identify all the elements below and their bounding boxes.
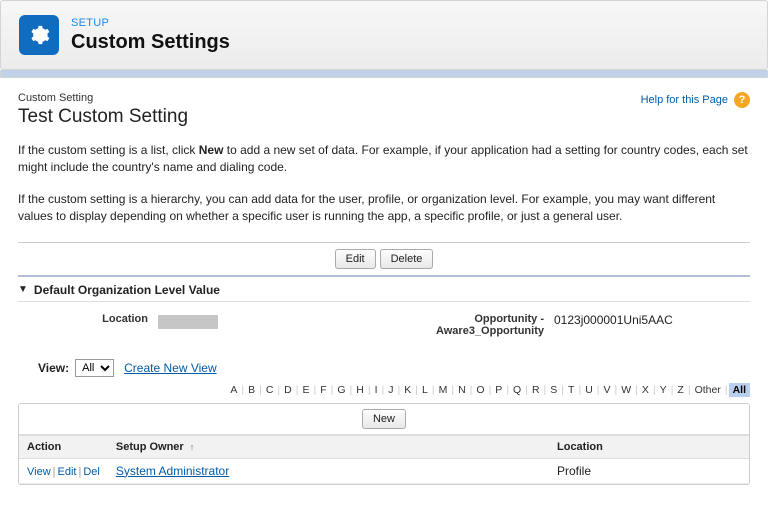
row-view-link[interactable]: View	[27, 466, 51, 478]
alpha-filter-g[interactable]: G	[334, 383, 348, 397]
alpha-filter-d[interactable]: D	[281, 383, 295, 397]
chevron-down-icon: ▼	[18, 284, 28, 295]
header-title: Custom Settings	[71, 31, 230, 54]
alpha-filter-m[interactable]: M	[436, 383, 451, 397]
cell-location: Profile	[549, 458, 749, 483]
delete-button[interactable]: Delete	[380, 249, 434, 269]
alpha-filter-v[interactable]: V	[601, 383, 614, 397]
title-row: Custom Setting Test Custom Setting Help …	[18, 92, 750, 128]
alpha-filter-row: A|B|C|D|E|F|G|H|I|J|K|L|M|N|O|P|Q|R|S|T|…	[18, 383, 750, 397]
header-text: SETUP Custom Settings	[71, 17, 230, 54]
opportunity-value: 0123j000001Uni5AAC	[554, 310, 673, 327]
table-wrap: New Action Setup Owner ↑ Location View|E…	[18, 403, 750, 485]
sort-asc-icon: ↑	[190, 442, 195, 452]
alpha-filter-other[interactable]: Other	[692, 383, 724, 397]
view-label: View:	[38, 361, 69, 375]
row-del-link[interactable]: Del	[83, 466, 100, 478]
location-redacted	[158, 315, 218, 329]
alpha-filter-h[interactable]: H	[353, 383, 367, 397]
row-edit-link[interactable]: Edit	[58, 466, 77, 478]
alpha-filter-c[interactable]: C	[263, 383, 277, 397]
help-icon[interactable]: ?	[734, 92, 750, 108]
alpha-filter-o[interactable]: O	[473, 383, 487, 397]
alpha-filter-a[interactable]: A	[227, 383, 240, 397]
alpha-filter-r[interactable]: R	[529, 383, 543, 397]
title-left: Custom Setting Test Custom Setting	[18, 92, 188, 128]
page-subtitle: Custom Setting	[18, 92, 188, 104]
help-link[interactable]: Help for this Page	[641, 94, 728, 106]
alpha-filter-z[interactable]: Z	[674, 383, 686, 397]
alpha-filter-all[interactable]: All	[729, 383, 750, 397]
alpha-filter-x[interactable]: X	[639, 383, 652, 397]
opportunity-label: Opportunity - Aware3_Opportunity	[384, 310, 554, 337]
create-new-view-link[interactable]: Create New View	[124, 361, 216, 375]
detail-grid: Location Opportunity - Aware3_Opportunit…	[18, 302, 750, 355]
title-right: Help for this Page ?	[641, 92, 750, 108]
action-links: View|Edit|Del	[27, 464, 100, 478]
location-label: Location	[18, 310, 158, 325]
content-area: Custom Setting Test Custom Setting Help …	[0, 78, 768, 505]
alpha-filter-s[interactable]: S	[547, 383, 560, 397]
detail-location: Location	[18, 310, 384, 337]
alpha-filter-k[interactable]: K	[401, 383, 414, 397]
alpha-filter-j[interactable]: J	[385, 383, 396, 397]
table-header-row: Action Setup Owner ↑ Location	[19, 435, 749, 458]
view-row: View: All Create New View	[38, 359, 750, 377]
section-default-org-level[interactable]: ▼ Default Organization Level Value	[18, 277, 750, 302]
section-title: Default Organization Level Value	[34, 283, 220, 297]
gear-icon	[19, 15, 59, 55]
data-table: Action Setup Owner ↑ Location View|Edit|…	[19, 435, 749, 484]
table-body: View|Edit|DelSystem AdministratorProfile	[19, 458, 749, 483]
alpha-filter-w[interactable]: W	[618, 383, 634, 397]
table-new-row: New	[19, 404, 749, 435]
view-select[interactable]: All	[75, 359, 114, 377]
page-title: Test Custom Setting	[18, 106, 188, 128]
record-button-row: Edit Delete	[18, 242, 750, 277]
alpha-filter-l[interactable]: L	[419, 383, 431, 397]
col-owner-label: Setup Owner	[116, 441, 184, 453]
cell-owner: System Administrator	[108, 458, 549, 483]
alpha-filter-t[interactable]: T	[565, 383, 577, 397]
col-owner[interactable]: Setup Owner ↑	[108, 435, 549, 458]
alpha-filter-y[interactable]: Y	[657, 383, 670, 397]
table-row: View|Edit|DelSystem AdministratorProfile	[19, 458, 749, 483]
alpha-filter-b[interactable]: B	[245, 383, 258, 397]
detail-opportunity: Opportunity - Aware3_Opportunity 0123j00…	[384, 310, 750, 337]
page-header: SETUP Custom Settings	[0, 0, 768, 70]
edit-button[interactable]: Edit	[335, 249, 376, 269]
col-location: Location	[549, 435, 749, 458]
alpha-filter-n[interactable]: N	[455, 383, 469, 397]
alpha-filter-e[interactable]: E	[299, 383, 312, 397]
col-action: Action	[19, 435, 108, 458]
alpha-filter-q[interactable]: Q	[510, 383, 524, 397]
action-separator: |	[51, 466, 58, 478]
owner-link[interactable]: System Administrator	[116, 464, 229, 478]
desc1-pre: If the custom setting is a list, click	[18, 143, 199, 157]
setup-label: SETUP	[71, 17, 230, 29]
description-1: If the custom setting is a list, click N…	[18, 142, 750, 177]
new-button[interactable]: New	[362, 409, 406, 429]
location-value	[158, 310, 218, 329]
alpha-filter-p[interactable]: P	[492, 383, 505, 397]
alpha-filter-f[interactable]: F	[317, 383, 329, 397]
alpha-filter-i[interactable]: I	[372, 383, 381, 397]
alpha-filter-u[interactable]: U	[582, 383, 596, 397]
description-2: If the custom setting is a hierarchy, yo…	[18, 191, 750, 226]
desc1-bold: New	[199, 143, 224, 157]
cell-action: View|Edit|Del	[19, 458, 108, 483]
header-separator	[0, 70, 768, 78]
